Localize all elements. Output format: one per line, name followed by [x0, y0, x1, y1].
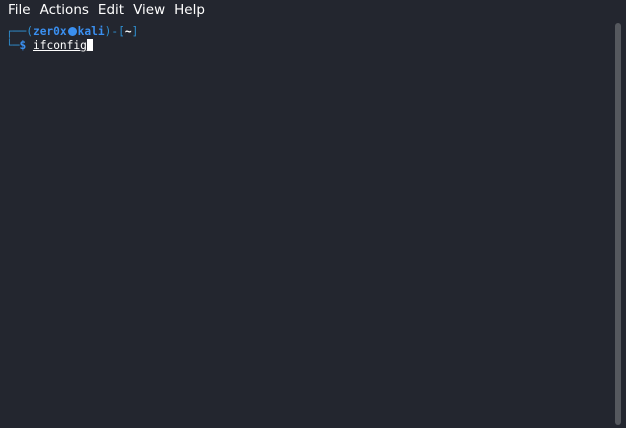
- prompt-cwd: ~: [124, 25, 132, 38]
- command-input[interactable]: ifconfig: [33, 39, 87, 52]
- text-cursor: [86, 39, 93, 51]
- menu-file[interactable]: File: [8, 0, 31, 21]
- scrollbar[interactable]: [612, 21, 626, 428]
- prompt-line-2[interactable]: └─$ ifconfig: [6, 39, 93, 53]
- menu-actions[interactable]: Actions: [40, 0, 89, 21]
- prompt-frame-mid: )-[: [104, 25, 125, 38]
- menu-bar: File Actions Edit View Help: [0, 0, 626, 21]
- menu-edit[interactable]: Edit: [98, 0, 124, 21]
- menu-help[interactable]: Help: [174, 0, 205, 21]
- prompt-frame-open: ┌──(: [6, 25, 33, 38]
- prompt-frame-close: ]: [131, 25, 139, 38]
- menu-view[interactable]: View: [133, 0, 165, 21]
- prompt-frame-bottom: └─: [6, 39, 20, 52]
- prompt-host: kali: [77, 25, 105, 38]
- prompt-dollar: $: [19, 39, 27, 52]
- prompt-line-1: ┌──(zer0x kali)-[~]: [6, 25, 138, 39]
- prompt-user: zer0x: [32, 25, 67, 38]
- terminal-area[interactable]: ┌──(zer0x kali)-[~] └─$ ifconfig: [0, 21, 612, 428]
- scrollbar-thumb[interactable]: [615, 23, 621, 425]
- kali-at-icon: [67, 27, 77, 36]
